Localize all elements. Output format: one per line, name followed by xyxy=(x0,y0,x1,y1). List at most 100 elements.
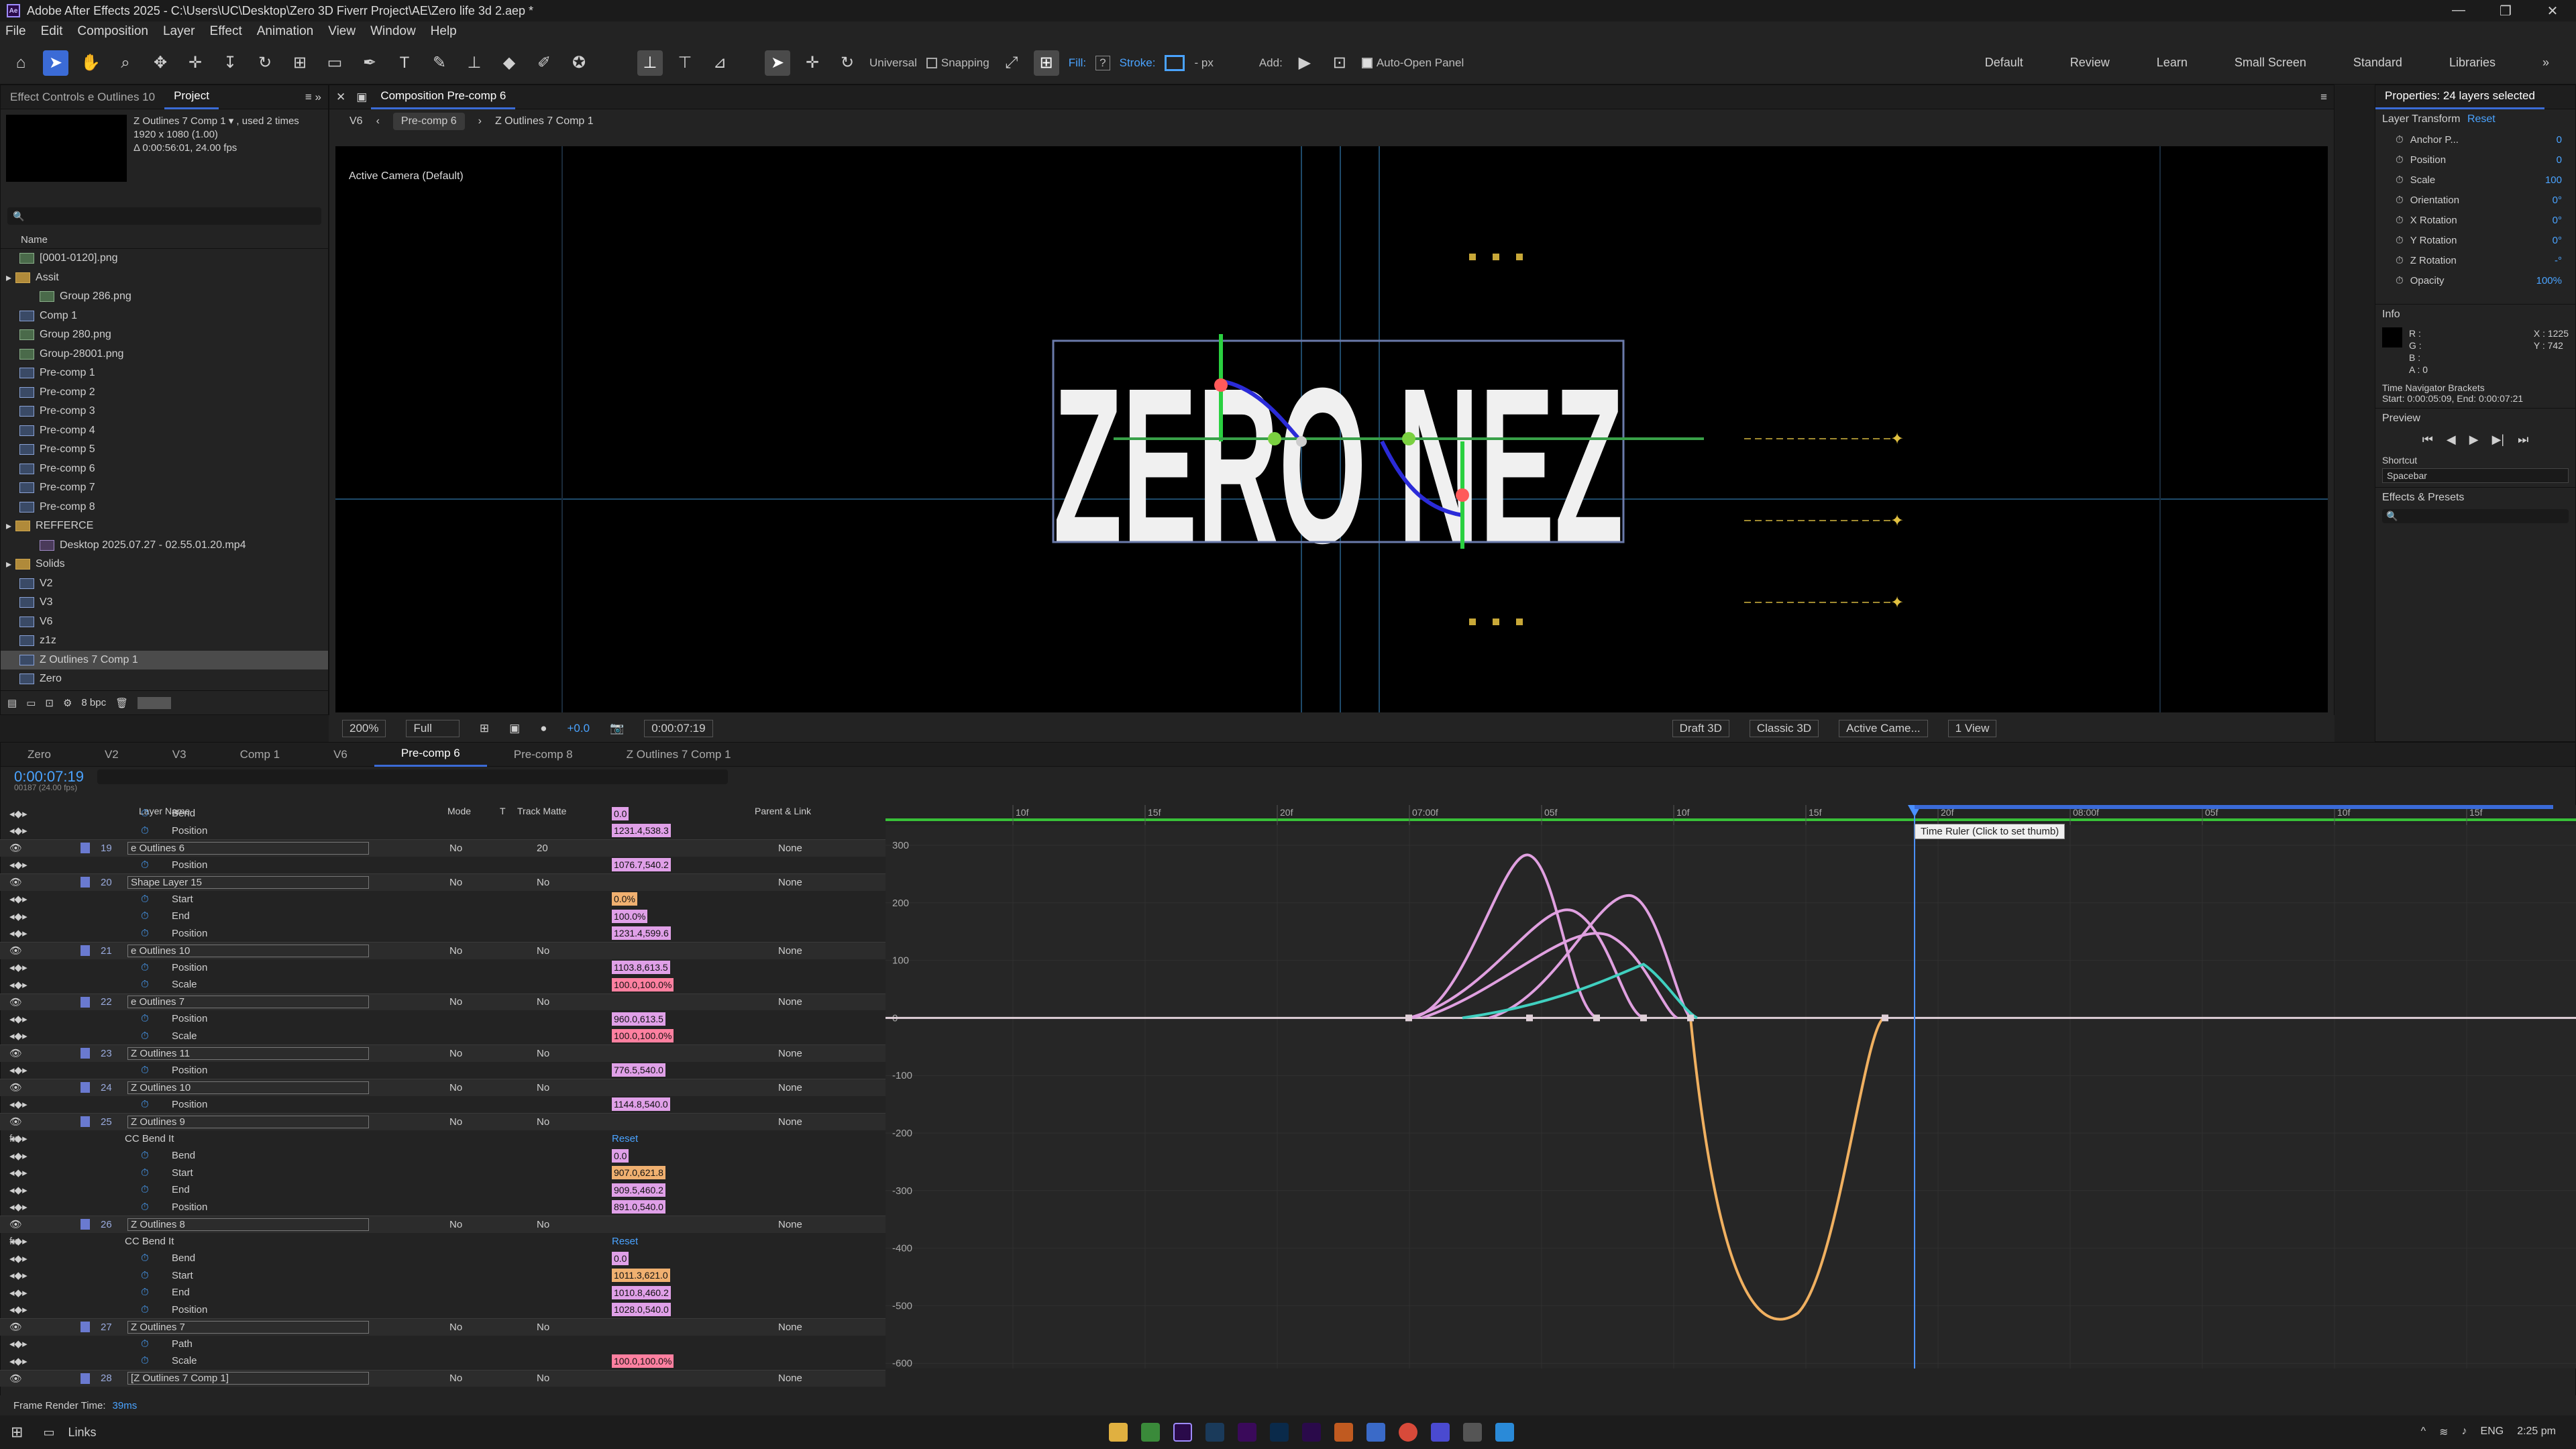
layer-name[interactable]: Z Outlines 7 xyxy=(127,1320,369,1334)
property-row[interactable]: ◂◆▸ ⏱ 100.0% End xyxy=(0,908,885,925)
transform-row[interactable]: ⏱ Anchor P... 0 xyxy=(2375,129,2575,150)
camera-snapshot-icon[interactable]: 📷 xyxy=(610,722,624,735)
project-item[interactable]: Group-28001.png xyxy=(1,345,328,364)
zoom-tool-icon[interactable]: ⌕ xyxy=(113,50,138,76)
property-value[interactable]: 1103.8,613.5 xyxy=(612,961,670,975)
label-color-swatch[interactable] xyxy=(80,996,90,1008)
property-name[interactable]: Start xyxy=(172,1167,193,1179)
property-row[interactable]: ◂◆▸ ⏱ 100.0,100.0% Scale xyxy=(0,976,885,994)
tray-chevron-icon[interactable]: ^ xyxy=(2421,1426,2426,1439)
menu-view[interactable]: View xyxy=(328,24,356,39)
rotate-tool-icon[interactable]: ↻ xyxy=(252,50,278,76)
project-item[interactable]: Pre-comp 5 xyxy=(1,440,328,460)
snapping-checkbox[interactable] xyxy=(926,58,937,69)
property-name[interactable]: Position xyxy=(172,1013,207,1024)
comp-panel-menu-icon[interactable]: ≡ xyxy=(2320,91,2334,104)
stopwatch-icon[interactable]: ⏱ xyxy=(141,1270,149,1281)
view-layout-select[interactable]: 1 View xyxy=(1947,720,1997,737)
property-value[interactable]: 960.0,613.5 xyxy=(612,1012,665,1026)
stopwatch-icon[interactable]: ⏱ xyxy=(2396,215,2404,226)
stopwatch-icon[interactable]: ⏱ xyxy=(141,1150,149,1161)
property-row[interactable]: ◂◆▸ ⏱ 0.0 Bend xyxy=(0,1250,885,1267)
layer-row[interactable]: 👁 22 No No None e Outlines 7 xyxy=(0,993,885,1010)
project-item[interactable]: Pre-comp 8 xyxy=(1,498,328,517)
project-item[interactable]: Pre-comp 6 xyxy=(1,460,328,479)
timeline-tab[interactable]: Pre-comp 8 xyxy=(487,743,600,767)
clock[interactable]: 2:25 pm xyxy=(2517,1426,2556,1439)
visibility-icon[interactable]: 👁 xyxy=(9,1373,22,1385)
trash-icon[interactable]: 🗑 xyxy=(115,697,128,709)
visibility-icon[interactable]: 👁 xyxy=(9,1321,22,1333)
stopwatch-icon[interactable]: ⏱ xyxy=(141,859,149,871)
property-value[interactable]: 0.0% xyxy=(612,892,637,906)
effect-reset-link[interactable]: Reset xyxy=(612,1133,638,1144)
transform-value[interactable]: 0° xyxy=(2553,235,2575,246)
3d-renderer-select[interactable]: Classic 3D xyxy=(1749,720,1819,737)
stopwatch-icon[interactable]: ⏱ xyxy=(141,1099,149,1110)
stopwatch-icon[interactable]: ⏱ xyxy=(2396,134,2404,146)
transform-row[interactable]: ⏱ Z Rotation -° xyxy=(2375,250,2575,270)
parent-select[interactable]: None xyxy=(778,1048,802,1059)
stroke-label[interactable]: Stroke: xyxy=(1120,56,1156,70)
property-value[interactable]: 1010.8,460.2 xyxy=(612,1285,671,1299)
parent-select[interactable]: None xyxy=(778,877,802,888)
menu-window[interactable]: Window xyxy=(370,24,416,39)
layer-row[interactable]: 👁 20 No No None Shape Layer 15 xyxy=(0,873,885,891)
shortcut-select[interactable]: Spacebar xyxy=(2382,468,2569,483)
layer-row[interactable]: 👁 21 No No None e Outlines 10 xyxy=(0,942,885,959)
tab-effect-controls[interactable]: Effect Controls e Outlines 10 xyxy=(1,85,164,109)
project-item[interactable]: ▸ REFFERCE xyxy=(1,517,328,536)
property-name[interactable]: Scale xyxy=(172,1355,197,1366)
transform-value[interactable]: 0° xyxy=(2553,215,2575,226)
taskbar-links[interactable]: Links xyxy=(68,1426,96,1440)
stopwatch-icon[interactable]: ⏱ xyxy=(2396,275,2404,286)
universal-label[interactable]: Universal xyxy=(869,56,917,70)
layer-row[interactable]: 👁 23 No No None Z Outlines 11 xyxy=(0,1044,885,1062)
move-gizmo-icon[interactable]: ➤ xyxy=(765,50,790,76)
stopwatch-icon[interactable]: ⏱ xyxy=(2396,235,2404,246)
folder-twirl-icon[interactable]: ▸ xyxy=(6,557,11,571)
stopwatch-icon[interactable]: ⏱ xyxy=(141,1013,149,1024)
property-name[interactable]: End xyxy=(172,910,190,922)
keyframe-nav-icon[interactable]: ◂◆▸ xyxy=(9,1287,28,1299)
tab-composition[interactable]: Composition Pre-comp 6 xyxy=(371,85,516,109)
transform-value[interactable]: 100 xyxy=(2545,174,2575,186)
transform-value[interactable]: 0 xyxy=(2557,134,2575,146)
photoshop-icon[interactable] xyxy=(1270,1423,1289,1442)
play-icon[interactable]: ▶ xyxy=(2469,433,2479,447)
transform-row[interactable]: ⏱ Orientation 0° xyxy=(2375,190,2575,210)
label-color-swatch[interactable] xyxy=(80,1048,90,1059)
property-name[interactable]: Position xyxy=(172,962,207,973)
project-search-input[interactable]: 🔍 xyxy=(7,207,321,225)
property-row[interactable]: ◂◆▸ ⏱ 909.5,460.2 End xyxy=(0,1181,885,1199)
property-name[interactable]: End xyxy=(172,1287,190,1298)
property-row[interactable]: ◂◆▸ ⏱ 0.0 Bend xyxy=(0,805,885,822)
stopwatch-icon[interactable]: ⏱ xyxy=(2396,195,2404,206)
track-matte-select[interactable]: No xyxy=(537,1116,549,1128)
keyframe-nav-icon[interactable]: ◂◆▸ xyxy=(9,1303,28,1316)
puppet-tool-icon[interactable]: ✪ xyxy=(566,50,592,76)
folder-twirl-icon[interactable]: ▸ xyxy=(6,519,11,533)
label-color-swatch[interactable] xyxy=(80,1116,90,1128)
visibility-icon[interactable]: 👁 xyxy=(9,1218,22,1230)
media-encoder-icon[interactable] xyxy=(1238,1423,1257,1442)
transform-reset-link[interactable]: Reset xyxy=(2467,113,2496,125)
property-value[interactable]: 776.5,540.0 xyxy=(612,1063,665,1077)
property-value[interactable]: 0.0 xyxy=(612,1148,629,1163)
property-name[interactable]: Scale xyxy=(172,979,197,990)
thumbnail-slider[interactable] xyxy=(138,696,172,709)
graph-editor-canvas[interactable]: 10f 15f 20f 07:00f 05f 10f 15f 20f 08:00f 05f 10f 1… xyxy=(885,805,2576,1368)
transform-value[interactable]: 100% xyxy=(2536,275,2575,286)
layer-name[interactable]: Z Outlines 8 xyxy=(127,1218,369,1231)
project-item[interactable]: Pre-comp 2 xyxy=(1,383,328,402)
add-property-icon[interactable]: ▶ xyxy=(1292,50,1318,76)
keyframe-nav-icon[interactable]: ◂◆▸ xyxy=(9,1098,28,1110)
label-color-swatch[interactable] xyxy=(80,1373,90,1384)
project-item[interactable]: ▸ Assit xyxy=(1,268,328,288)
stopwatch-icon[interactable]: ⏱ xyxy=(141,1065,149,1076)
stopwatch-icon[interactable]: ⏱ xyxy=(2396,154,2404,166)
keyframe-nav-icon[interactable]: ◂◆▸ xyxy=(9,808,28,820)
keyframe-nav-icon[interactable]: ◂◆▸ xyxy=(9,1013,28,1025)
scale-gizmo-icon[interactable]: ✛ xyxy=(800,50,825,76)
menu-layer[interactable]: Layer xyxy=(163,24,195,39)
